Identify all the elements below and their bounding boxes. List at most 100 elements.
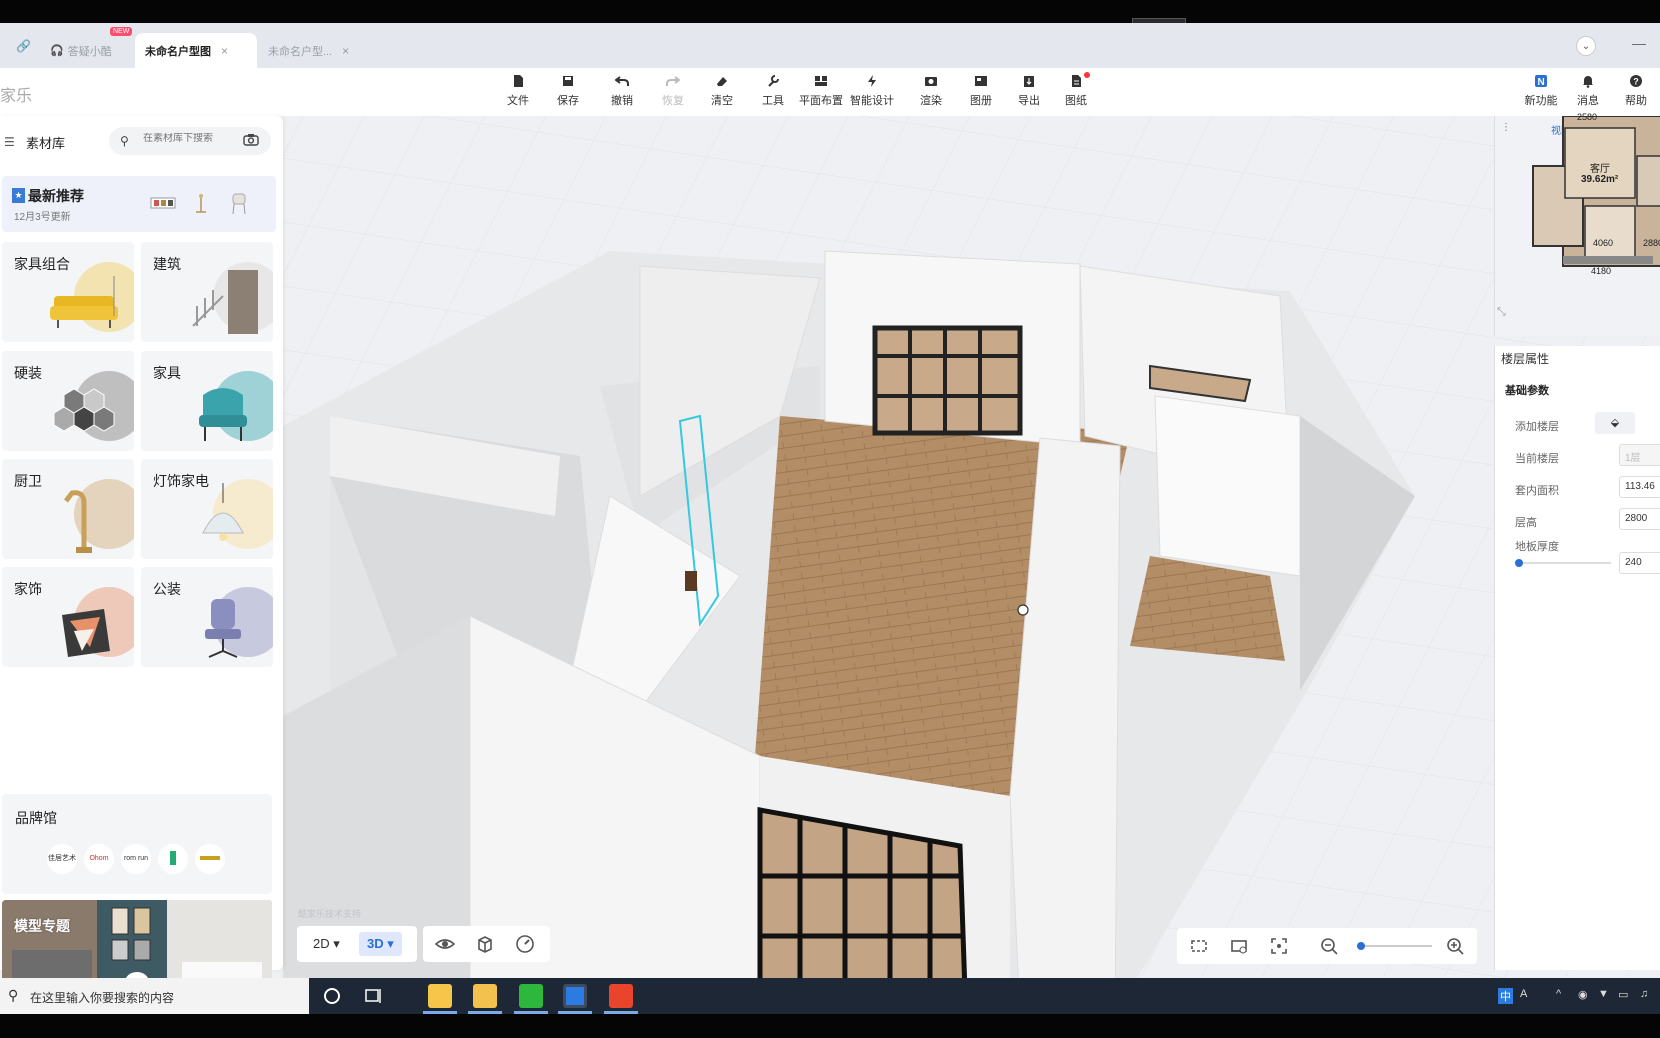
cortana-icon[interactable] <box>320 984 344 1008</box>
brand-logo-5[interactable] <box>195 844 225 874</box>
toolbar-label: 导出 <box>1018 95 1040 107</box>
notes-app-icon[interactable] <box>428 984 452 1008</box>
tab-help[interactable]: 🎧 答疑小酷 <box>40 33 122 68</box>
network-icon[interactable]: ▭ <box>1618 988 1628 1001</box>
zoom-slider[interactable] <box>1357 942 1432 950</box>
brand-logo-2[interactable]: Ohom <box>84 844 114 874</box>
cube-icon[interactable] <box>475 934 495 954</box>
category-label: 家饰 <box>14 581 42 597</box>
category-thumbnail-icon <box>199 388 247 441</box>
mode-3d-label: 3D <box>367 936 384 951</box>
task-view-icon[interactable] <box>362 984 386 1008</box>
wood-floor <box>755 416 1040 796</box>
zoom-in-icon[interactable] <box>1445 936 1465 956</box>
category-label: 厨卫 <box>14 473 42 489</box>
brand-hall-card[interactable]: 品牌馆 佳居艺术 Ohom rom run <box>2 794 272 894</box>
chevron-up-icon[interactable]: ^ <box>1556 988 1561 1000</box>
slab-thickness-field[interactable]: 240 <box>1619 552 1660 574</box>
pin-icon[interactable]: 🔗 <box>16 39 31 53</box>
recommend-date: 12月3号更新 <box>14 212 71 223</box>
browser-app-icon[interactable] <box>563 984 587 1008</box>
toolbar-lightning-button[interactable]: 智能设计 <box>844 74 900 108</box>
brand-logo-1[interactable]: 佳居艺术 <box>47 844 77 874</box>
mode-2d-button[interactable]: 2D ▾ <box>305 932 348 956</box>
category-card[interactable]: 家饰 <box>2 567 134 667</box>
toolbar-undo-button[interactable]: 撤销 <box>594 74 650 108</box>
toolbar-help-button[interactable]: ? 帮助 <box>1608 74 1660 108</box>
chevron-down-icon[interactable]: ⌄ <box>1576 36 1596 56</box>
gauge-icon[interactable] <box>515 934 535 954</box>
slider-knob[interactable] <box>1515 559 1523 567</box>
floor-height-label: 层高 <box>1515 517 1537 529</box>
resize-handle-icon[interactable]: ⤡ <box>1497 306 1506 319</box>
toolbar-label: 恢复 <box>662 95 684 107</box>
toolbar-save-button[interactable]: 保存 <box>540 74 596 108</box>
toolbar-label: 智能设计 <box>850 95 894 107</box>
add-floor-button[interactable]: ⬙ <box>1595 412 1635 434</box>
mode-3d-button[interactable]: 3D ▾ <box>359 932 402 956</box>
toolbar-file-button[interactable]: 文件 <box>490 74 546 108</box>
brand-logo-4[interactable] <box>158 844 188 874</box>
toolbar-label: 撤销 <box>611 95 633 107</box>
camera-search-icon[interactable] <box>243 133 259 146</box>
library-header: ☰ 素材库 ⚲ <box>0 126 283 156</box>
tab-inactive[interactable]: 未命名户型... × <box>258 33 368 68</box>
library-search[interactable]: ⚲ <box>109 127 271 155</box>
recorder-app-icon[interactable] <box>609 984 633 1008</box>
security-icon[interactable]: ◉ <box>1578 988 1588 1001</box>
category-card[interactable]: 灯饰家电 <box>141 459 273 559</box>
category-label: 硬装 <box>14 365 42 381</box>
toolbar-layout-button[interactable]: 平面布置 <box>793 74 849 108</box>
library-search-input[interactable] <box>143 133 239 144</box>
volume-icon[interactable]: ♫ <box>1640 988 1648 1000</box>
list-icon[interactable]: ☰ <box>4 135 15 149</box>
shield-icon[interactable]: ▼ <box>1598 988 1609 1000</box>
close-icon[interactable]: × <box>342 44 349 58</box>
camtasia-green-icon[interactable] <box>519 984 543 1008</box>
category-card[interactable]: 厨卫 <box>2 459 134 559</box>
star-icon: ★ <box>12 188 25 203</box>
dim-label: 2580 <box>1577 112 1598 122</box>
fit-view-icon[interactable] <box>1189 936 1209 956</box>
toolbar-label: 新功能 <box>1524 95 1558 107</box>
category-card[interactable]: 家具组合 <box>2 242 134 342</box>
svg-text:N: N <box>1538 77 1545 88</box>
tab-active[interactable]: 未命名户型图 × <box>135 33 257 68</box>
inner-area-field[interactable]: 113.46 <box>1619 476 1660 498</box>
floorplan-minimap[interactable]: ⋮ 视图 房间 2580 客厅 39.62m² 4060 4180 2880 ⤡ <box>1494 112 1660 336</box>
category-card[interactable]: 公装 <box>141 567 273 667</box>
brand-logo-3[interactable]: rom run <box>121 844 151 874</box>
taskbar-search-text: 在这里输入你要搜索的内容 <box>30 991 175 1005</box>
floor-height-field[interactable]: 2800 <box>1619 508 1660 530</box>
screenshot-settings-icon[interactable] <box>1229 936 1249 956</box>
category-card[interactable]: 硬装 <box>2 351 134 451</box>
toolbar-drawing-button[interactable]: 图纸 <box>1048 72 1104 108</box>
toolbar-label: 帮助 <box>1625 95 1647 107</box>
toolbar-eraser-button[interactable]: 清空 <box>694 74 750 108</box>
drag-handle-icon[interactable]: ⋮ <box>1501 122 1511 133</box>
category-card[interactable]: 建筑 <box>141 242 273 342</box>
minimize-icon[interactable]: — <box>1632 35 1646 51</box>
windows-taskbar: ⚲ 在这里输入你要搜索的内容 中 A ^ ◉ ▼ ▭ ♫ <box>0 978 1660 1014</box>
ime-icon[interactable]: 中 <box>1498 988 1513 1004</box>
layout-icon <box>814 74 828 88</box>
mode-2d-label: 2D <box>313 936 330 951</box>
toolbar-label: 清空 <box>711 95 733 107</box>
slab-thickness-slider[interactable] <box>1515 559 1611 567</box>
bottom-bezel <box>0 1014 1660 1038</box>
close-icon[interactable]: × <box>221 44 228 58</box>
taskbar-search[interactable]: ⚲ 在这里输入你要搜索的内容 <box>0 978 309 1014</box>
focus-icon[interactable] <box>1269 936 1289 956</box>
notification-dot <box>1084 72 1090 78</box>
ime-mode[interactable]: A <box>1520 988 1527 1000</box>
new-badge: NEW <box>110 27 133 36</box>
category-card[interactable]: 家具 <box>141 351 273 451</box>
toolbar-redo-button[interactable]: 恢复 <box>645 74 701 108</box>
file-explorer-icon[interactable] <box>473 984 497 1008</box>
eye-icon[interactable] <box>435 934 455 954</box>
bell-icon <box>1581 74 1595 88</box>
zoom-slider-knob[interactable] <box>1357 942 1365 950</box>
toolbar-camera-button[interactable]: 渲染 <box>903 74 959 108</box>
zoom-out-icon[interactable] <box>1319 936 1339 956</box>
latest-recommend-card[interactable]: ★ 最新推荐 12月3号更新 <box>2 176 276 232</box>
